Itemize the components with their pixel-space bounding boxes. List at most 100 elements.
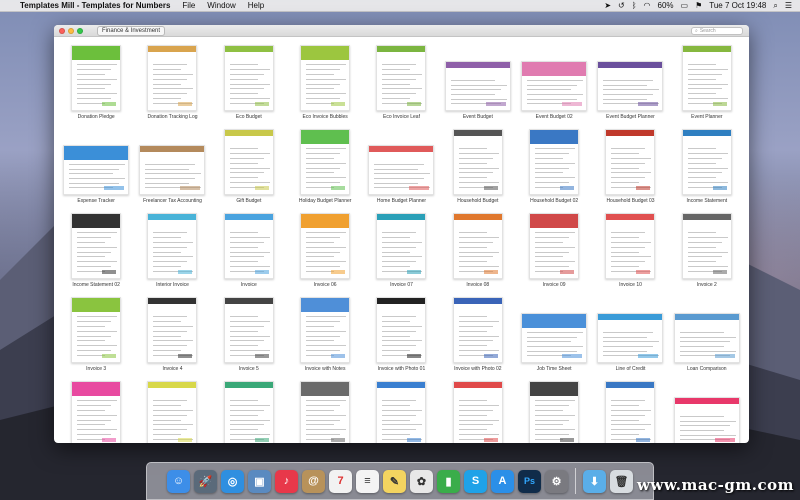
template-item[interactable]: Donation Pledge bbox=[58, 41, 134, 125]
template-thumbnail[interactable] bbox=[223, 129, 274, 195]
template-item[interactable]: Invoice 5 bbox=[211, 293, 287, 377]
template-item[interactable]: Household Budget 03 bbox=[592, 125, 668, 209]
template-item[interactable]: Interior Invoice bbox=[134, 209, 210, 293]
category-selector[interactable]: Finance & Investment bbox=[97, 25, 166, 36]
search-field[interactable]: ⌕ Search bbox=[691, 27, 743, 35]
template-item[interactable]: Event Budget Planner bbox=[592, 41, 668, 125]
safari-icon[interactable]: ◎ bbox=[221, 469, 244, 493]
template-item[interactable] bbox=[440, 377, 516, 443]
template-item[interactable]: Invoice 06 bbox=[287, 209, 363, 293]
template-thumbnail[interactable] bbox=[681, 213, 732, 279]
contacts-icon[interactable]: @ bbox=[302, 469, 325, 493]
template-thumbnail[interactable] bbox=[681, 45, 732, 111]
flag-icon[interactable]: ⚑ bbox=[695, 1, 702, 10]
template-thumbnail[interactable] bbox=[223, 45, 274, 111]
template-item[interactable]: Holiday Budget Planner bbox=[287, 125, 363, 209]
template-item[interactable]: Event Budget bbox=[440, 41, 516, 125]
template-item[interactable]: Donation Tracking Log bbox=[134, 41, 210, 125]
template-thumbnail[interactable] bbox=[452, 381, 503, 443]
template-thumbnail[interactable] bbox=[223, 297, 274, 363]
template-thumbnail[interactable] bbox=[71, 381, 122, 443]
preview-icon[interactable]: ▣ bbox=[248, 469, 271, 493]
template-thumbnail[interactable] bbox=[71, 297, 122, 363]
template-thumbnail[interactable] bbox=[300, 297, 351, 363]
spotlight-icon[interactable]: ⌕ bbox=[773, 1, 777, 11]
template-thumbnail[interactable] bbox=[605, 129, 656, 195]
bluetooth-icon[interactable]: ᛒ bbox=[632, 1, 637, 10]
template-thumbnail[interactable] bbox=[63, 145, 130, 195]
template-thumbnail[interactable] bbox=[147, 297, 198, 363]
template-thumbnail[interactable] bbox=[452, 129, 503, 195]
calendar-icon[interactable]: 7 bbox=[329, 469, 352, 493]
template-thumbnail[interactable] bbox=[147, 45, 198, 111]
template-item[interactable]: Eco Budget bbox=[211, 41, 287, 125]
template-item[interactable]: Job Time Sheet bbox=[516, 293, 592, 377]
template-thumbnail[interactable] bbox=[521, 313, 588, 363]
minimize-button[interactable] bbox=[68, 27, 74, 34]
time-machine-icon[interactable]: ↺ bbox=[618, 1, 625, 10]
close-button[interactable] bbox=[59, 27, 65, 34]
template-thumbnail[interactable] bbox=[605, 381, 656, 443]
photos-icon[interactable]: ✿ bbox=[410, 469, 433, 493]
template-item[interactable] bbox=[592, 377, 668, 443]
template-item[interactable] bbox=[58, 377, 134, 443]
template-thumbnail[interactable] bbox=[529, 129, 580, 195]
template-item[interactable]: Gift Budget bbox=[211, 125, 287, 209]
wifi-icon[interactable]: ◠ bbox=[644, 1, 651, 10]
numbers-icon[interactable]: ▮ bbox=[437, 469, 460, 493]
template-item[interactable] bbox=[287, 377, 363, 443]
template-thumbnail[interactable] bbox=[376, 381, 427, 443]
template-thumbnail[interactable] bbox=[605, 213, 656, 279]
template-item[interactable]: Invoice 10 bbox=[592, 209, 668, 293]
template-item[interactable]: Freelancer Tax Accounting bbox=[134, 125, 210, 209]
location-icon[interactable]: ➤ bbox=[604, 1, 611, 10]
template-item[interactable]: Invoice with Photo 01 bbox=[363, 293, 439, 377]
template-thumbnail[interactable] bbox=[444, 61, 511, 111]
template-item[interactable] bbox=[363, 377, 439, 443]
template-item[interactable]: Event Budget 02 bbox=[516, 41, 592, 125]
template-thumbnail[interactable] bbox=[71, 213, 122, 279]
template-thumbnail[interactable] bbox=[681, 129, 732, 195]
template-thumbnail[interactable] bbox=[452, 213, 503, 279]
template-item[interactable]: Invoice 3 bbox=[58, 293, 134, 377]
template-item[interactable]: Expense Tracker bbox=[58, 125, 134, 209]
template-item[interactable]: Income Statement 02 bbox=[58, 209, 134, 293]
finder-icon[interactable]: ☺ bbox=[167, 469, 190, 493]
skype-icon[interactable]: S bbox=[464, 469, 487, 493]
template-thumbnail[interactable] bbox=[223, 381, 274, 443]
template-item[interactable]: Invoice 2 bbox=[669, 209, 745, 293]
window-menu[interactable]: Window bbox=[207, 1, 235, 10]
template-thumbnail[interactable] bbox=[300, 213, 351, 279]
template-thumbnail[interactable] bbox=[376, 297, 427, 363]
notification-center-icon[interactable]: ☰ bbox=[785, 1, 792, 10]
template-thumbnail[interactable] bbox=[529, 213, 580, 279]
template-thumbnail[interactable] bbox=[521, 61, 588, 111]
template-item[interactable] bbox=[134, 377, 210, 443]
template-item[interactable]: Invoice 4 bbox=[134, 293, 210, 377]
template-item[interactable]: Event Planner bbox=[669, 41, 745, 125]
template-item[interactable] bbox=[516, 377, 592, 443]
template-item[interactable]: Invoice 08 bbox=[440, 209, 516, 293]
template-thumbnail[interactable] bbox=[223, 213, 274, 279]
template-thumbnail[interactable] bbox=[452, 297, 503, 363]
template-thumbnail[interactable] bbox=[368, 145, 435, 195]
template-item[interactable]: Invoice with Photo 02 bbox=[440, 293, 516, 377]
app-name-menu[interactable]: Templates Mill - Templates for Numbers bbox=[20, 1, 170, 10]
battery-icon[interactable]: ▭ bbox=[681, 1, 689, 10]
template-item[interactable]: Household Budget 02 bbox=[516, 125, 592, 209]
app-store-icon[interactable]: A bbox=[491, 469, 514, 493]
template-thumbnail[interactable] bbox=[597, 61, 664, 111]
template-item[interactable]: Line of Credit bbox=[592, 293, 668, 377]
clock[interactable]: Tue 7 Oct 19:48 bbox=[709, 1, 766, 10]
file-menu[interactable]: File bbox=[182, 1, 195, 10]
template-thumbnail[interactable] bbox=[300, 381, 351, 443]
template-thumbnail[interactable] bbox=[529, 381, 580, 443]
help-menu[interactable]: Help bbox=[248, 1, 264, 10]
template-item[interactable] bbox=[669, 377, 745, 443]
template-thumbnail[interactable] bbox=[147, 381, 198, 443]
template-thumbnail[interactable] bbox=[376, 213, 427, 279]
itunes-icon[interactable]: ♪ bbox=[275, 469, 298, 493]
template-item[interactable]: Invoice bbox=[211, 209, 287, 293]
template-thumbnail[interactable] bbox=[300, 129, 351, 195]
launchpad-icon[interactable]: 🚀 bbox=[194, 469, 217, 493]
